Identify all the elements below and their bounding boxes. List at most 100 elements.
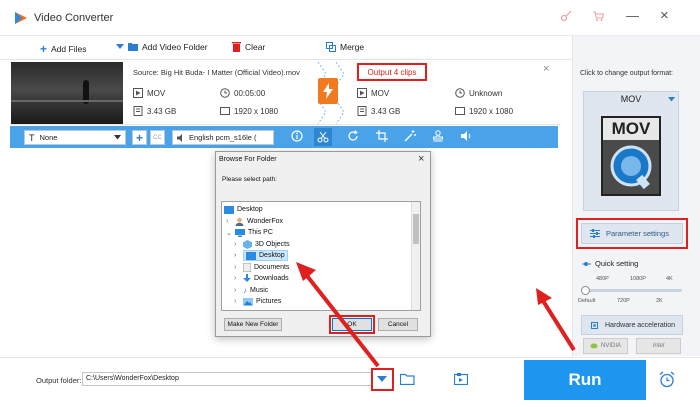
intel-badge[interactable]: Intel	[636, 338, 681, 354]
resolution-icon	[455, 106, 465, 116]
parameter-settings-button[interactable]: Parameter settings	[581, 223, 683, 244]
output-resolution: 1920 x 1080	[455, 106, 513, 116]
source-format: MOV	[133, 88, 165, 98]
folder-icon	[128, 43, 138, 51]
dropdown-arrow-icon	[116, 44, 124, 50]
cart-icon[interactable]	[592, 10, 604, 22]
source-size: 3.43 GB	[133, 106, 176, 116]
text-icon: T	[29, 132, 35, 143]
add-video-folder-button[interactable]: Add Video Folder	[116, 42, 208, 52]
effects-wand-icon[interactable]	[404, 130, 416, 142]
audio-track-select[interactable]: English pcm_s16le (	[172, 130, 274, 145]
lightning-icon	[318, 78, 338, 104]
folder-tree[interactable]: Desktop › WonderFox ⌄ This PC › 3D Objec…	[221, 201, 421, 311]
tree-item-pictures[interactable]: › Pictures	[234, 296, 281, 308]
chevron-down-icon	[114, 135, 121, 140]
dialog-close-icon[interactable]: ×	[418, 153, 424, 165]
tree-item-documents[interactable]: › Documents	[234, 262, 289, 274]
output-duration: Unknown	[455, 88, 502, 98]
add-files-button[interactable]: + Add Files	[40, 42, 86, 56]
video-thumbnail[interactable]	[11, 62, 123, 124]
document-folder-icon	[243, 262, 251, 272]
scissors-icon[interactable]	[314, 128, 332, 146]
speaker-icon	[177, 133, 186, 142]
watermark-stamp-icon[interactable]	[432, 130, 444, 142]
tick-1080p: 1080P	[630, 276, 646, 282]
merge-button[interactable]: Merge	[326, 42, 364, 52]
source-filename: Source: Big Hit Buda- I Matter (Official…	[133, 68, 300, 77]
tree-scrollbar[interactable]	[411, 202, 420, 310]
chevron-right-icon: ›	[234, 252, 237, 260]
subtitle-select[interactable]: T None	[24, 130, 126, 145]
quality-slider-handle[interactable]	[581, 286, 590, 295]
quick-setting-icon	[582, 261, 591, 267]
rotate-icon[interactable]	[347, 130, 359, 142]
chevron-right-icon: ›	[234, 286, 237, 294]
user-folder-icon	[235, 217, 244, 226]
file-size-icon	[357, 106, 367, 116]
mov-format-icon: MOV	[601, 116, 661, 196]
video-file-icon	[133, 88, 143, 98]
hardware-acceleration-button[interactable]: Hardware acceleration	[581, 315, 683, 335]
audio-volume-icon[interactable]	[460, 130, 472, 142]
add-subtitle-button[interactable]: +	[132, 130, 147, 145]
nvidia-logo-icon	[590, 343, 598, 349]
output-folder-input[interactable]: C:\Users\WonderFox\Desktop	[82, 372, 372, 386]
file-size-icon	[133, 106, 143, 116]
computer-icon	[235, 228, 245, 237]
folder-dropdown-arrow-icon[interactable]	[377, 376, 387, 383]
tree-item-desktop-root[interactable]: Desktop	[224, 204, 263, 216]
chip-icon	[590, 321, 599, 330]
tick-4k: 4K	[666, 276, 673, 282]
tree-item-desktop-selected[interactable]: › Desktop	[234, 250, 288, 262]
desktop-folder-icon	[246, 251, 256, 260]
tree-item-this-pc[interactable]: ⌄ This PC	[226, 227, 273, 239]
chevron-down-icon	[668, 97, 675, 102]
remove-file-icon[interactable]: ×	[543, 63, 549, 75]
cube-icon	[243, 239, 252, 249]
output-clips-label[interactable]: Output 4 clips	[357, 63, 427, 81]
dialog-title: Browse For Folder	[219, 156, 277, 163]
clear-button[interactable]: Clear	[232, 42, 265, 52]
output-size: 3.43 GB	[357, 106, 400, 116]
tick-2k: 2K	[656, 298, 663, 304]
browse-output-icon[interactable]	[454, 373, 468, 385]
key-icon[interactable]	[560, 10, 572, 22]
crop-icon[interactable]	[376, 130, 388, 142]
output-folder-label: Output folder:	[36, 376, 82, 385]
close-icon[interactable]: ×	[660, 7, 669, 24]
clock-icon	[455, 88, 465, 98]
output-format: MOV	[357, 88, 389, 98]
info-icon[interactable]	[291, 130, 303, 142]
run-button[interactable]: Run	[524, 360, 646, 400]
tree-item-downloads[interactable]: › Downloads	[234, 273, 289, 285]
minimize-icon[interactable]: —	[626, 8, 639, 23]
nvidia-badge[interactable]: NVIDIA	[583, 338, 628, 354]
alarm-clock-icon[interactable]	[659, 371, 675, 388]
chevron-right-icon: ›	[234, 275, 237, 283]
trash-icon	[232, 42, 241, 52]
tick-default: Default	[578, 298, 596, 304]
video-file-icon	[357, 88, 367, 98]
chevron-right-icon: ›	[234, 298, 237, 306]
make-new-folder-button[interactable]: Make New Folder	[224, 318, 282, 331]
plus-icon: +	[40, 42, 48, 56]
ok-button-highlight	[329, 315, 375, 334]
source-duration: 00:05:00	[220, 88, 265, 98]
source-resolution: 1920 x 1080	[220, 106, 278, 116]
output-format-name: MOV	[620, 94, 642, 104]
resolution-icon	[220, 106, 230, 116]
clock-icon	[220, 88, 230, 98]
chevron-down-icon: ⌄	[226, 229, 232, 237]
chevron-right-icon: ›	[234, 263, 237, 271]
open-folder-icon[interactable]	[400, 373, 415, 385]
tree-item-wonderfox[interactable]: › WonderFox	[226, 216, 283, 228]
picture-icon	[243, 297, 253, 306]
app-logo-icon	[14, 11, 28, 25]
tree-item-3d-objects[interactable]: › 3D Objects	[234, 239, 290, 251]
quality-slider[interactable]	[584, 289, 682, 292]
app-title: Video Converter	[34, 12, 114, 24]
cancel-button[interactable]: Cancel	[378, 318, 418, 331]
closed-caption-icon[interactable]: CC	[150, 130, 165, 145]
tree-item-music[interactable]: › ♪ Music	[234, 285, 268, 297]
